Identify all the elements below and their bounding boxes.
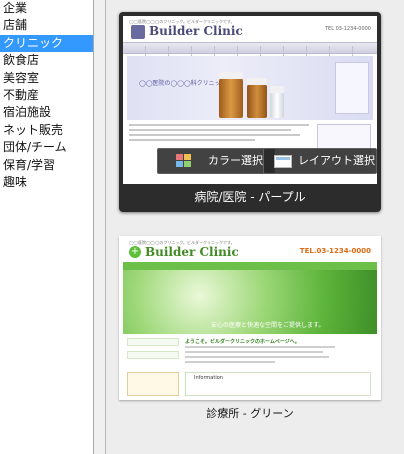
template-name-purple: 病院/医院 - パープル <box>194 190 306 204</box>
category-item-hobby[interactable]: 趣味 <box>0 174 93 191</box>
preview-side-panel <box>335 62 369 114</box>
category-item-clinic[interactable]: クリニック <box>0 34 93 53</box>
preview-clinic-box <box>127 372 179 396</box>
category-item-store[interactable]: 店舗 <box>0 17 93 34</box>
layout-select-button[interactable]: レイアウト選択 <box>263 148 377 174</box>
category-item-enterprise[interactable]: 企業 <box>0 0 93 17</box>
preview-hero-image: ◯◯医院の◯◯◯科クリニック <box>127 56 373 120</box>
template-gallery: ◯◯医院◯◯◯のクリニック。ビルダークリニックです。 Builder Clini… <box>106 0 404 454</box>
category-item-childcare-learning[interactable]: 保育/学習 <box>0 157 93 174</box>
preview-side-menu <box>127 338 179 364</box>
template-thumbnail-green[interactable]: ◯◯医院◯◯◯のクリニック。ビルダークリニックです。 + Builder Cli… <box>123 238 377 398</box>
preview-hero-text: 安心の医療と快適な空間をご提供します。 <box>211 322 325 329</box>
preview-hero-text: ◯◯医院の◯◯◯科クリニック <box>139 80 227 87</box>
category-list: 企業 店舗 クリニック 飲食店 美容室 不動産 宿泊施設 ネット販売 団体/チー… <box>0 0 94 454</box>
preview-body-text <box>185 346 335 366</box>
preview-info-title: Information <box>194 375 223 381</box>
preview-tel: TEL 03-1234-0000 <box>324 26 371 32</box>
template-name-green: 診療所 - グリーン <box>206 407 294 420</box>
preview-nav-bar <box>123 262 377 270</box>
preview-body-text <box>129 124 309 144</box>
preview-info-box: Information <box>185 372 371 396</box>
medicine-bottle-icon <box>219 72 243 118</box>
color-palette-icon <box>176 154 192 168</box>
preview-tel: TEL.03-1234-0000 <box>299 247 371 255</box>
template-card-purple[interactable]: ◯◯医院◯◯◯のクリニック。ビルダークリニックです。 Builder Clini… <box>119 12 381 212</box>
panel-splitter[interactable] <box>94 0 106 454</box>
category-item-online-shop[interactable]: ネット販売 <box>0 122 93 139</box>
preview-site-title: Builder Clinic <box>145 245 239 259</box>
medicine-bottle-icon <box>247 78 267 118</box>
color-select-button[interactable]: カラー選択 <box>157 148 275 174</box>
preview-nav-bar <box>123 42 377 58</box>
preview-cross-icon: + <box>129 246 141 258</box>
layout-select-label: レイアウト選択 <box>298 154 375 167</box>
template-card-green[interactable]: ◯◯医院◯◯◯のクリニック。ビルダークリニックです。 + Builder Cli… <box>119 236 381 400</box>
layout-icon <box>274 155 292 168</box>
category-item-restaurant[interactable]: 飲食店 <box>0 52 93 69</box>
preview-logo-icon <box>131 25 145 39</box>
category-item-group-team[interactable]: 団体/チーム <box>0 139 93 156</box>
color-select-label: カラー選択 <box>208 154 263 167</box>
category-item-beauty-salon[interactable]: 美容室 <box>0 70 93 87</box>
category-item-lodging[interactable]: 宿泊施設 <box>0 104 93 121</box>
medicine-bottle-icon <box>270 86 284 118</box>
preview-heading: ようこそ。ビルダークリニックのホームページへ。 <box>185 339 300 345</box>
preview-site-title: Builder Clinic <box>149 24 243 38</box>
preview-hero-image: 安心の医療と快適な空間をご提供します。 <box>123 270 377 334</box>
category-item-real-estate[interactable]: 不動産 <box>0 87 93 104</box>
